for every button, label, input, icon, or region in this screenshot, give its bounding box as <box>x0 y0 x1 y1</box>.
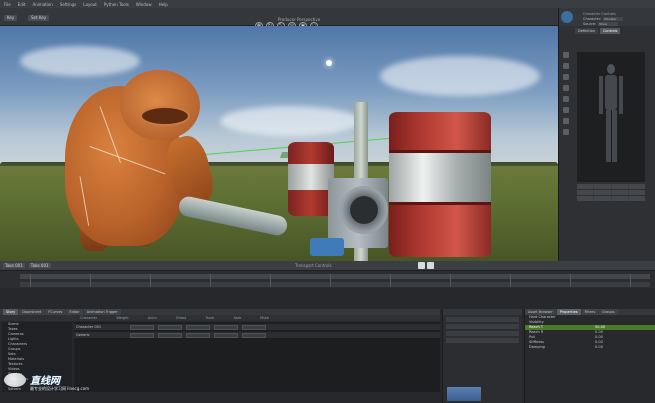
story-columns: Character Weight Anim Ghost Track Solo M… <box>0 315 440 321</box>
watermark: 直线网 最专业的设计学习网 linecg.com <box>4 372 89 391</box>
track-label: Generic <box>76 333 90 337</box>
play-icon[interactable] <box>418 262 425 269</box>
timeline-ruler[interactable] <box>0 270 655 288</box>
timeline-track[interactable] <box>20 274 650 279</box>
monster-mouth <box>140 106 190 126</box>
menu-bar: File Edit Animation Settings Layout Python To… <box>0 0 655 8</box>
human-figure-icon <box>599 64 623 164</box>
take-selector[interactable]: Take 001 <box>3 263 25 268</box>
playback-controls <box>418 262 434 269</box>
column-header: Ghost <box>175 316 187 320</box>
effector-grid <box>577 184 645 202</box>
bottom-panels: Story Dopesheet FCurves Editor Animation… <box>0 288 655 403</box>
track-label: Character 001 <box>76 325 102 329</box>
character-field-label: Character: <box>583 17 602 21</box>
asset-panel <box>442 309 522 403</box>
ik-icon[interactable] <box>563 85 569 91</box>
property-label: Pull <box>529 335 536 339</box>
watermark-subtitle: 最专业的设计学习网 linecg.com <box>30 386 90 391</box>
set-key-button[interactable]: Set Key <box>28 15 50 21</box>
fk-icon[interactable] <box>563 96 569 102</box>
column-header: Anim <box>147 316 157 320</box>
properties-panel: Asset Browser Properties Filters Groups … <box>524 309 655 403</box>
take-name[interactable]: Take 001 <box>28 263 51 268</box>
transport-title: Transport Controls <box>295 263 332 268</box>
column-header: Solo <box>233 316 242 320</box>
menu-item[interactable]: Edit <box>18 2 26 7</box>
menu-item[interactable]: Layout <box>83 2 97 7</box>
property-label: Stiffness <box>529 340 544 344</box>
sun <box>326 60 332 66</box>
character-control-rig-view[interactable] <box>577 52 645 182</box>
pin-icon[interactable] <box>563 74 569 80</box>
source-dropdown[interactable]: None <box>598 22 619 26</box>
character-dropdown[interactable]: Monster <box>603 17 624 21</box>
property-label: Visibility <box>529 320 544 324</box>
watermark-title: 直线网 <box>30 376 60 387</box>
monster-head[interactable] <box>120 70 200 140</box>
property-label: Hard Character <box>529 315 556 319</box>
stop-icon[interactable] <box>427 262 434 269</box>
character-avatar[interactable] <box>561 11 573 23</box>
column-header: Track <box>205 316 215 320</box>
menu-item[interactable]: Help <box>159 2 168 7</box>
menu-item[interactable]: Settings <box>60 2 76 7</box>
menu-item[interactable]: File <box>4 2 11 7</box>
menu-item[interactable]: Animation <box>32 2 52 7</box>
character-tabs: Definition Controls <box>573 26 655 36</box>
machine-drum <box>340 186 388 234</box>
property-value[interactable]: 0.00 <box>595 345 603 350</box>
body-part-icon[interactable] <box>563 52 569 58</box>
tab-controls[interactable]: Controls <box>599 28 621 34</box>
property-label: Reach R <box>529 330 544 334</box>
story-tracks[interactable]: Character 001 Generic <box>74 322 440 392</box>
control-mode-toolbar <box>561 52 571 182</box>
cloud <box>380 56 540 96</box>
timeline-keys[interactable] <box>20 282 650 287</box>
character-controls-panel: Character Controls Character: Monster Sou… <box>558 8 655 261</box>
barrel-large[interactable] <box>389 112 491 257</box>
3d-viewport[interactable] <box>0 26 558 261</box>
property-label: Damping <box>529 345 545 349</box>
full-body-icon[interactable] <box>563 107 569 113</box>
selection-icon[interactable] <box>563 63 569 69</box>
cloud-logo-icon <box>4 372 26 387</box>
column-header: Character <box>80 316 98 320</box>
menu-item[interactable]: Python Tools <box>104 2 129 7</box>
reset-icon[interactable] <box>563 129 569 135</box>
source-field-label: Source: <box>583 22 597 26</box>
property-label: Reach T <box>529 325 543 329</box>
column-header: Mute <box>260 316 269 320</box>
key-button[interactable]: Key <box>4 15 18 21</box>
column-header: Weight <box>116 316 129 320</box>
menu-item[interactable]: Window <box>136 2 152 7</box>
cloud <box>220 106 360 136</box>
asset-thumbnail[interactable] <box>447 387 481 401</box>
cloud <box>20 46 140 76</box>
toolbar: Key Set Key Producer Perspective ✥ ↻ ⤡ ◎… <box>0 8 655 30</box>
key-icon[interactable] <box>563 118 569 124</box>
tab-definition[interactable]: Definition <box>575 28 598 34</box>
property-row[interactable]: Damping 0.00 <box>525 345 655 350</box>
character-controls-header: Character Controls Character: Monster Sou… <box>559 8 655 26</box>
blue-cans-prop[interactable] <box>310 238 344 256</box>
track-row[interactable]: Generic <box>74 332 440 338</box>
track-row[interactable]: Character 001 <box>74 324 440 330</box>
transport-bar: Take 001 Take 001 Transport Controls <box>0 261 655 270</box>
